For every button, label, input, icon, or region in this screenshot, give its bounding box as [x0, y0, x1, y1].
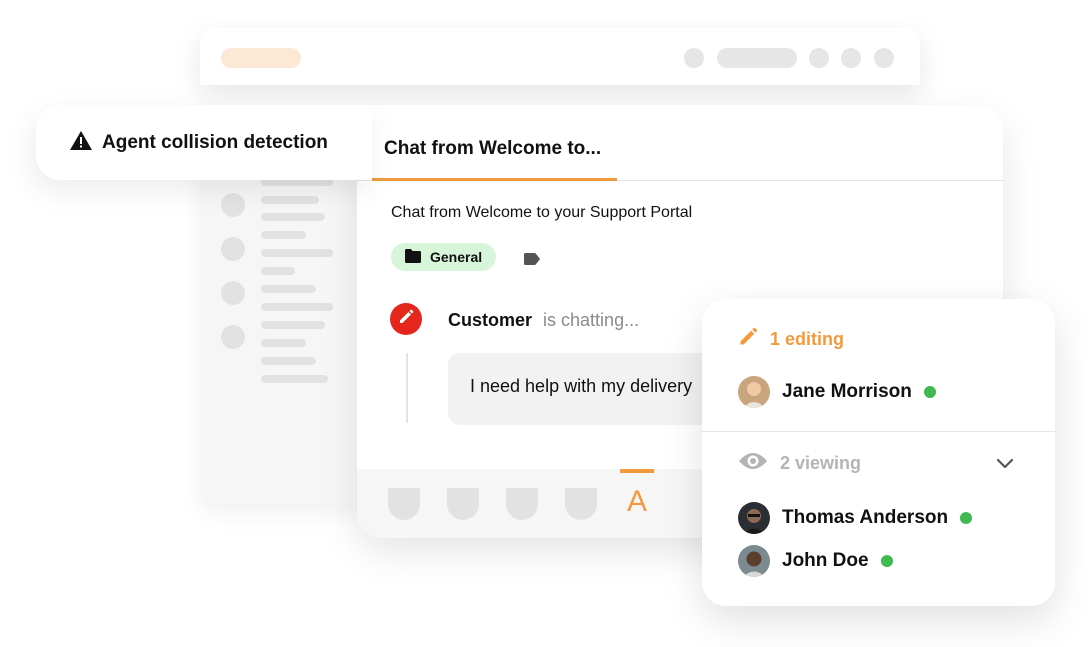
placeholder-dot [841, 48, 861, 68]
skeleton-avatar [221, 281, 245, 305]
avatar [738, 545, 770, 577]
feature-label-card: Agent collision detection [36, 105, 372, 180]
skeleton-line [261, 196, 319, 204]
viewer-user-row[interactable]: Thomas Anderson [738, 502, 973, 534]
warning-icon [70, 131, 92, 154]
avatar [738, 376, 770, 408]
user-name: John Doe [782, 550, 869, 571]
skeleton-line [261, 303, 333, 311]
eye-icon [738, 451, 768, 476]
pencil-icon [398, 309, 414, 329]
skeleton-avatar [221, 237, 245, 261]
tab-bar: Chat from Welcome to... [357, 105, 1003, 181]
chevron-down-icon[interactable] [996, 455, 1014, 474]
toolbar-button[interactable] [565, 488, 597, 520]
viewing-count: 2 viewing [780, 453, 862, 473]
chat-title: Chat from Welcome to your Support Portal [391, 204, 693, 221]
skeleton-line [261, 267, 295, 275]
skeleton-avatar [221, 325, 245, 349]
editing-count: 1 editing [770, 329, 845, 349]
skeleton-line [261, 375, 328, 383]
editor-user-row[interactable]: Jane Morrison [738, 376, 936, 408]
viewing-header: 2 viewing [738, 451, 861, 476]
skeleton-line [261, 357, 316, 365]
skeleton-line [261, 213, 325, 221]
tag-label: General [430, 249, 483, 265]
editing-header: 1 editing [738, 327, 844, 352]
thread-line [406, 353, 408, 423]
skeleton-line [261, 285, 316, 293]
online-status-dot [960, 512, 973, 524]
folder-icon [405, 248, 421, 266]
user-name: Thomas Anderson [782, 507, 949, 528]
presence-card: 1 editing Jane Morrison 2 viewing Thomas… [702, 299, 1055, 606]
toolbar-button[interactable] [388, 488, 420, 520]
text-format-button[interactable]: A [621, 485, 653, 519]
placeholder-pill [717, 48, 797, 68]
pencil-icon [738, 327, 758, 352]
skeleton-line [261, 321, 325, 329]
placeholder-dot [684, 48, 704, 68]
toolbar-button[interactable] [506, 488, 538, 520]
sidebar-skeleton [200, 150, 370, 505]
customer-name: Customer [448, 310, 533, 330]
online-status-dot [880, 555, 893, 567]
label-icon[interactable] [524, 250, 540, 269]
placeholder-dot [874, 48, 894, 68]
online-status-dot [923, 386, 936, 398]
editing-badge [390, 303, 422, 335]
skeleton-line [261, 339, 306, 347]
tab-chat[interactable]: Chat from Welcome to... [372, 133, 617, 181]
skeleton-avatar [221, 193, 245, 217]
placeholder-pill [221, 48, 301, 68]
skeleton-line [261, 249, 333, 257]
feature-title: Agent collision detection [102, 131, 328, 153]
placeholder-dot [809, 48, 829, 68]
customer-status-line: Customer is chatting... [448, 310, 639, 331]
background-window [200, 28, 920, 85]
toolbar-button[interactable] [447, 488, 479, 520]
typing-status: is chatting... [543, 310, 640, 330]
skeleton-line [261, 231, 306, 239]
tag-chip-general[interactable]: General [391, 243, 497, 271]
active-indicator [620, 469, 654, 473]
viewer-user-row[interactable]: John Doe [738, 545, 893, 577]
divider [702, 431, 1055, 432]
user-name: Jane Morrison [782, 381, 912, 402]
avatar [738, 502, 770, 534]
